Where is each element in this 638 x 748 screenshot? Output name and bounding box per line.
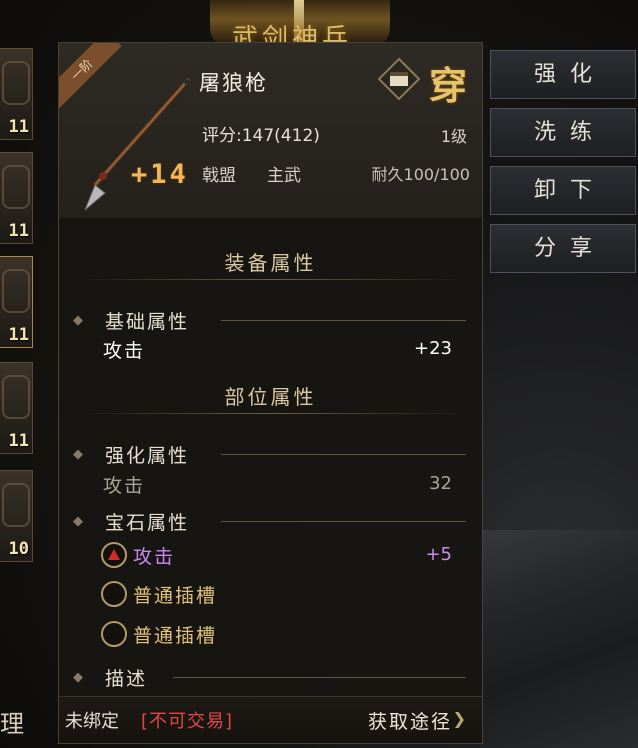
equip-slot[interactable]: 11: [0, 152, 33, 244]
bind-status: 未绑定: [65, 711, 119, 732]
subsection-title: 基础属性: [105, 311, 190, 333]
chevron-right-icon[interactable]: ❯: [453, 709, 466, 728]
item-detail-panel: 一阶 屠狼枪 穿 评分:147(412) 1级 +14 戟盟 主武 耐久100/…: [58, 42, 483, 744]
arrow-icon: ◆: [73, 514, 83, 529]
slot-level: 11: [8, 431, 29, 451]
share-button[interactable]: 分享: [490, 224, 636, 273]
source-link[interactable]: 获取途径: [368, 707, 452, 734]
item-level: 1级: [440, 127, 467, 146]
subsection-rule: [221, 454, 466, 455]
section-title-equip: 装备属性: [224, 251, 317, 275]
slot-level: 11: [8, 117, 29, 137]
item-name: 屠狼枪: [199, 71, 268, 95]
subsection-rule: [173, 677, 466, 678]
item-score: 评分:147(412): [202, 126, 320, 146]
gem-attr-label: 攻击: [133, 546, 176, 568]
strengthen-button[interactable]: 强化: [490, 50, 636, 99]
subsection-description: ◆ 描述: [73, 664, 468, 690]
subsection-gems: ◆ 宝石属性: [73, 508, 468, 534]
slot-level: 10: [8, 539, 29, 559]
spear-icon: [84, 77, 191, 211]
wear-status: 穿: [429, 63, 468, 108]
unequip-button[interactable]: 卸下: [490, 166, 636, 215]
item-tag-guild: 戟盟: [202, 166, 236, 186]
background-rocks: [480, 530, 638, 748]
strengthen-attr-label: 攻击: [103, 475, 146, 497]
bottom-left-label: 理: [0, 710, 24, 738]
gear-icon: [2, 483, 30, 527]
panel-footer: 未绑定 [不可交易] 获取途径 ❯: [59, 696, 482, 743]
enhance-level: +14: [131, 159, 189, 190]
equip-slot[interactable]: 10: [0, 470, 33, 562]
arrow-icon: ◆: [73, 447, 83, 462]
subsection-strengthen: ◆ 强化属性: [73, 441, 468, 467]
refine-button[interactable]: 洗练: [490, 108, 636, 157]
wear-icon: [377, 57, 421, 101]
section-divider: [79, 413, 464, 414]
gem-icon[interactable]: [101, 542, 127, 568]
subsection-title: 强化属性: [105, 445, 190, 467]
subsection-title: 描述: [105, 668, 148, 690]
section-title-part: 部位属性: [224, 385, 317, 409]
item-durability: 耐久100/100: [371, 165, 470, 184]
arrow-icon: ◆: [73, 670, 83, 685]
strengthen-attr-value: 32: [429, 473, 452, 494]
slot-level: 11: [8, 221, 29, 241]
base-attr-value: +23: [414, 338, 452, 359]
subsection-rule: [221, 320, 466, 321]
gear-icon: [2, 61, 30, 105]
equip-slot-selected[interactable]: 11: [0, 256, 33, 348]
subsection-base: ◆ 基础属性: [73, 307, 468, 333]
trade-status: [不可交易]: [141, 711, 234, 732]
subsection-rule: [221, 521, 466, 522]
base-attr-label: 攻击: [103, 340, 146, 362]
gem-slot-label: 普通插槽: [133, 625, 218, 647]
gear-icon: [2, 269, 30, 313]
gem-slot-icon[interactable]: [101, 621, 127, 647]
gem-slot-icon[interactable]: [101, 581, 127, 607]
slot-level: 11: [8, 325, 29, 345]
arrow-icon: ◆: [73, 313, 83, 328]
equip-slot[interactable]: 11: [0, 48, 33, 140]
top-banner: 武剑神兵: [210, 0, 390, 48]
item-tag-slot: 主武: [267, 166, 301, 186]
gem-attr-value: +5: [425, 544, 452, 565]
equip-slot[interactable]: 11: [0, 362, 33, 454]
gear-icon: [2, 375, 30, 419]
section-divider: [79, 279, 464, 280]
gear-icon: [2, 165, 30, 209]
subsection-title: 宝石属性: [105, 512, 190, 534]
gem-slot-label: 普通插槽: [133, 585, 218, 607]
